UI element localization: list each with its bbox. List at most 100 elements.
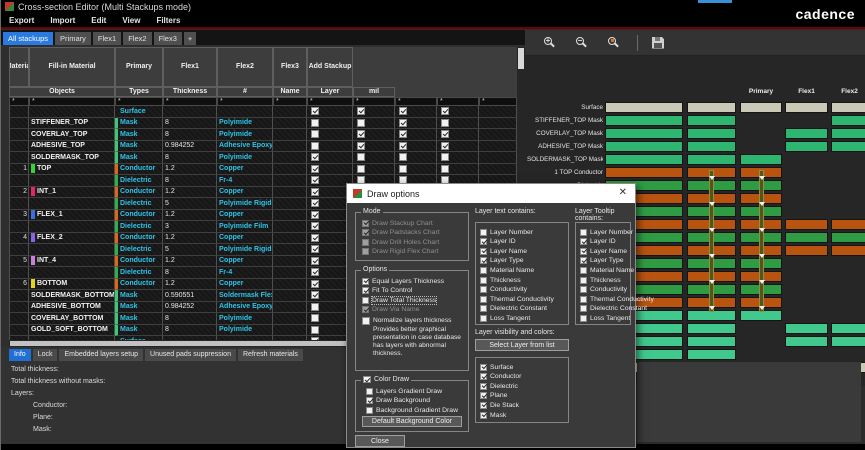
checkbox[interactable] <box>311 199 319 207</box>
cell-fillin-material[interactable] <box>273 175 307 187</box>
cell-name[interactable]: GOLD_SOFT_BOTTOM <box>29 325 115 337</box>
cell-layer-type[interactable]: Mask <box>115 118 163 130</box>
cell-name[interactable]: SOLDERMASK_BOTTOM <box>29 290 115 302</box>
checkbox[interactable] <box>357 153 365 161</box>
cell-layer-type[interactable]: Dielectric <box>115 244 163 256</box>
checkbox[interactable] <box>480 402 487 409</box>
cell-thickness[interactable]: 1.2 <box>163 210 217 222</box>
cell-thickness[interactable]: 1.2 <box>163 256 217 268</box>
cell-material[interactable]: Adhesive Epoxy <box>217 302 273 314</box>
cell-thickness[interactable]: 8 <box>163 118 217 130</box>
cell-material[interactable]: Fr-4 <box>217 267 273 279</box>
bottom-tab-info[interactable]: Info <box>9 349 31 361</box>
close-button[interactable]: Close <box>355 435 405 447</box>
cell-material[interactable]: Fr-4 <box>217 175 273 187</box>
checkbox[interactable] <box>311 153 319 161</box>
cell-name[interactable]: ADHESIVE_BOTTOM <box>29 302 115 314</box>
checkbox[interactable] <box>480 296 487 303</box>
filter-cell[interactable]: * <box>29 97 115 106</box>
cell-stackup-flex2[interactable] <box>395 118 437 130</box>
checkbox[interactable] <box>480 315 487 322</box>
cell-thickness[interactable]: 0.590551 <box>163 290 217 302</box>
cell-layer-type[interactable]: Mask <box>115 129 163 141</box>
cell-fillin-material[interactable] <box>273 221 307 233</box>
cell-material[interactable]: Copper <box>217 210 273 222</box>
cell-fillin-material[interactable] <box>273 129 307 141</box>
cell-add-stackup[interactable] <box>479 152 517 164</box>
chart-bar-mask[interactable] <box>687 115 736 126</box>
cell-stackup-flex1[interactable] <box>353 152 395 164</box>
chart-bar-surface[interactable] <box>687 102 736 113</box>
cell-material[interactable]: Copper <box>217 279 273 291</box>
cell-layer-type[interactable]: Conductor <box>115 210 163 222</box>
chart-bar-dielectric[interactable] <box>785 232 828 243</box>
cell-name[interactable] <box>29 267 115 279</box>
checkbox[interactable] <box>580 305 587 312</box>
checkbox[interactable] <box>480 373 487 380</box>
cell-layer-type[interactable]: Dielectric <box>115 198 163 210</box>
chart-bar-mask2[interactable] <box>831 336 865 347</box>
checkbox[interactable] <box>441 153 449 161</box>
checkbox[interactable] <box>580 229 587 236</box>
checkbox[interactable] <box>311 257 319 265</box>
cell-name[interactable] <box>29 244 115 256</box>
cell-fillin-material[interactable] <box>273 106 307 118</box>
zoom-out-button[interactable]: − <box>575 36 589 50</box>
cell-name[interactable]: FLEX_1 <box>29 210 115 222</box>
tab-primary[interactable]: Primary <box>55 32 91 45</box>
cell-layer-type[interactable]: Surface <box>115 106 163 118</box>
cell-fillin-material[interactable] <box>273 187 307 199</box>
cell-layer-type[interactable]: Dielectric <box>115 221 163 233</box>
cell-layer-type[interactable]: Conductor <box>115 279 163 291</box>
cell-stackup-primary[interactable] <box>307 129 353 141</box>
bottom-tab-embedded-layers-setup[interactable]: Embedded layers setup <box>59 349 143 361</box>
cell-fillin-material[interactable] <box>273 141 307 153</box>
chart-bar-conductor[interactable] <box>605 167 683 178</box>
chart-bar-surface[interactable] <box>740 102 782 113</box>
cell-layer-type[interactable]: Mask <box>115 152 163 164</box>
select-layer-button[interactable]: Select Layer from list <box>475 339 569 351</box>
cell-thickness[interactable]: 8 <box>163 129 217 141</box>
cell-material[interactable]: Polyimide <box>217 325 273 337</box>
checkbox[interactable] <box>311 188 319 196</box>
tab-all-stackups[interactable]: All stackups <box>3 32 53 45</box>
cell-material[interactable]: Copper <box>217 187 273 199</box>
checkbox[interactable] <box>311 268 319 276</box>
checkbox[interactable] <box>480 238 487 245</box>
cell-fillin-material[interactable] <box>273 164 307 176</box>
cell-material[interactable]: Polyimide <box>217 152 273 164</box>
cell-thickness[interactable]: 1.2 <box>163 279 217 291</box>
checkbox[interactable] <box>580 296 587 303</box>
cell-stackup-flex2[interactable] <box>395 141 437 153</box>
cell-fillin-material[interactable] <box>273 118 307 130</box>
cell-material[interactable]: Polyimide Rigid... <box>217 198 273 210</box>
tab-+[interactable]: + <box>184 32 196 45</box>
cell-name[interactable]: INT_1 <box>29 187 115 199</box>
chart-bar-mask[interactable] <box>740 154 782 165</box>
checkbox[interactable] <box>362 278 369 285</box>
cell-add-stackup[interactable] <box>479 164 517 176</box>
cell-layer-type[interactable]: Conductor <box>115 233 163 245</box>
cell-material[interactable]: Polyimide <box>217 129 273 141</box>
cell-stackup-flex3[interactable] <box>437 164 479 176</box>
checkbox[interactable] <box>580 267 587 274</box>
cell-material[interactable]: Polyimide <box>217 313 273 325</box>
cell-name[interactable]: ADHESIVE_TOP <box>29 141 115 153</box>
checkbox[interactable] <box>357 142 365 150</box>
dialog-title-bar[interactable]: Draw options ✕ <box>347 184 635 203</box>
cell-stackup-flex1[interactable] <box>353 129 395 141</box>
cell-stackup-primary[interactable] <box>307 118 353 130</box>
cell-stackup-flex1[interactable] <box>353 141 395 153</box>
checkbox[interactable] <box>357 130 365 138</box>
cell-layer-type[interactable]: Mask <box>115 325 163 337</box>
chart-bar-mask[interactable] <box>785 128 828 139</box>
cell-fillin-material[interactable] <box>273 313 307 325</box>
checkbox[interactable] <box>580 248 587 255</box>
checkbox[interactable] <box>366 407 373 414</box>
cell-stackup-flex1[interactable] <box>353 106 395 118</box>
cell-layer-type[interactable]: Conductor <box>115 164 163 176</box>
cell-stackup-flex3[interactable] <box>437 106 479 118</box>
chart-bar-mask2[interactable] <box>687 323 736 334</box>
filter-cell[interactable]: * <box>479 97 517 106</box>
scrollbar-thumb[interactable] <box>518 48 524 69</box>
